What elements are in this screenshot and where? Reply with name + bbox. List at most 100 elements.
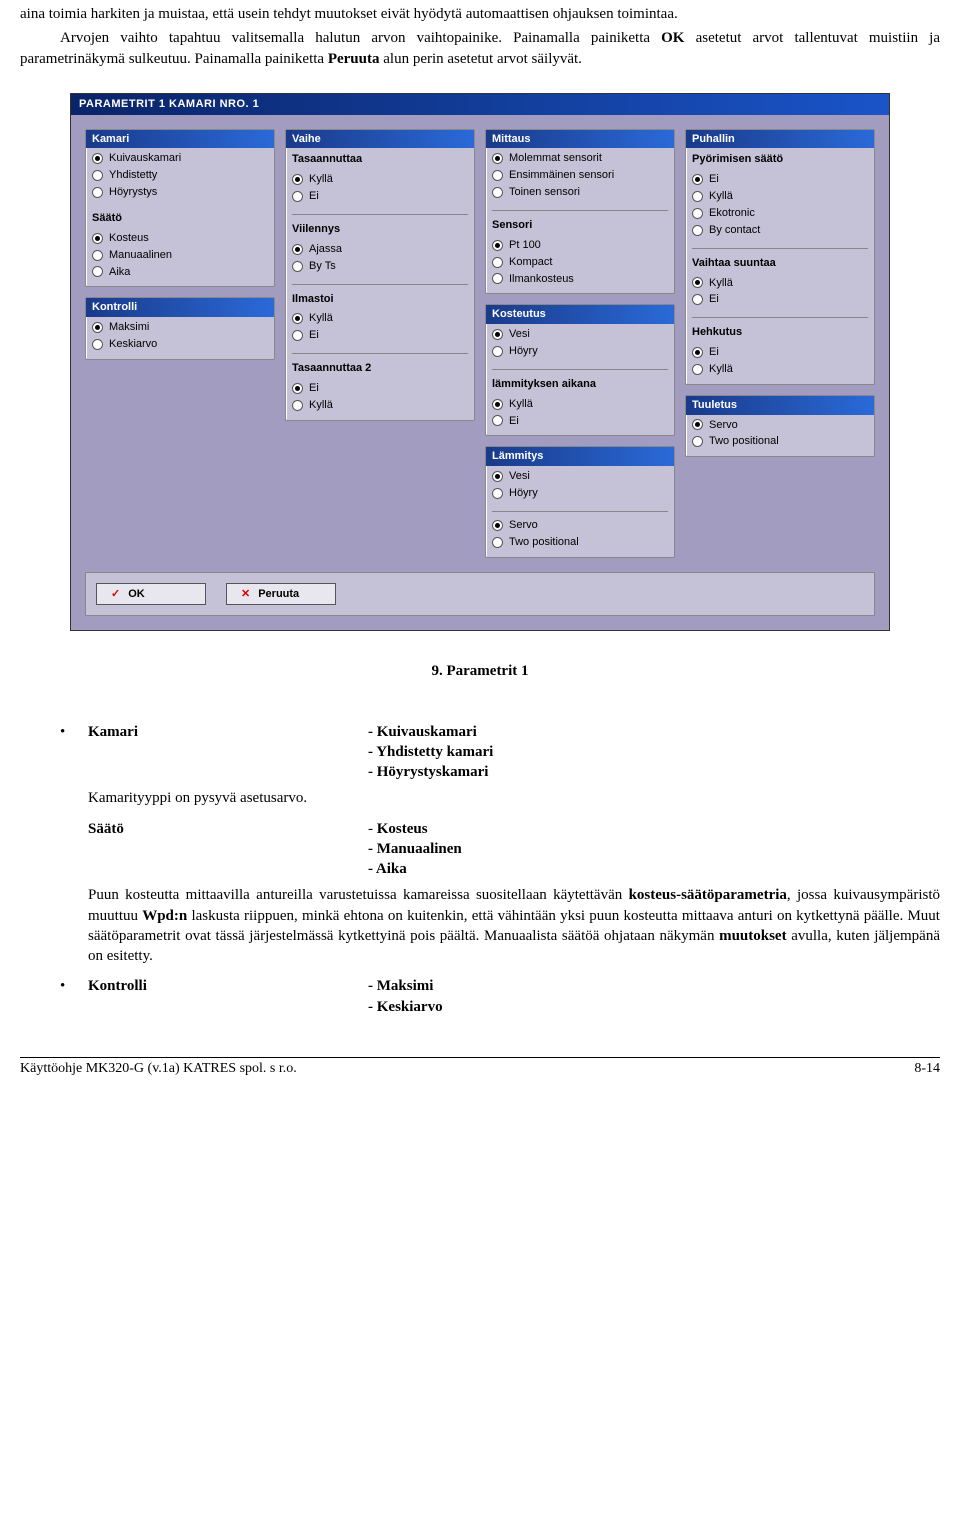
radio-icon xyxy=(492,187,503,198)
radio-icon xyxy=(692,277,703,288)
opt-ensimmainen[interactable]: Ensimmäinen sensori xyxy=(492,167,668,184)
radio-icon xyxy=(692,191,703,202)
figure-caption: 9. Parametrit 1 xyxy=(20,661,940,681)
opt-tuul-twopos[interactable]: Two positional xyxy=(692,433,868,450)
check-icon: ✓ xyxy=(111,587,120,602)
opt-hehk-kylla[interactable]: Kyllä xyxy=(692,361,868,378)
opt-pyor-contact[interactable]: By contact xyxy=(692,222,868,239)
kamari-note: Kamarityyppi on pysyvä asetusarvo. xyxy=(88,788,940,808)
opt-tasa-ei[interactable]: Ei xyxy=(292,188,468,205)
opt-lamm-hoyry[interactable]: Höyry xyxy=(492,485,668,502)
group-puhallin: Puhallin Pyörimisen säätö Ei Kyllä Ekotr… xyxy=(685,129,875,385)
radio-icon xyxy=(92,250,103,261)
opt-lamm-twopos[interactable]: Two positional xyxy=(492,534,668,551)
intro-p2: Arvojen vaihto tapahtuu valitsemalla hal… xyxy=(20,28,940,69)
opt-lam-ei[interactable]: Ei xyxy=(492,413,668,430)
opt-ilm-kylla[interactable]: Kyllä xyxy=(292,310,468,327)
opt-yhdistetty[interactable]: Yhdistetty xyxy=(92,167,268,184)
radio-icon xyxy=(492,346,503,357)
opt-toinen[interactable]: Toinen sensori xyxy=(492,184,668,201)
opt-viil-byts[interactable]: By Ts xyxy=(292,258,468,275)
group-lammitys: Lämmitys Vesi Höyry Servo Two positional xyxy=(485,446,675,557)
opt-pt100[interactable]: Pt 100 xyxy=(492,237,668,254)
opt-lamm-vesi[interactable]: Vesi xyxy=(492,468,668,485)
radio-icon xyxy=(492,520,503,531)
group-kamari: Kamari Kuivauskamari Yhdistetty Höyrysty… xyxy=(85,129,275,288)
opt-kompact[interactable]: Kompact xyxy=(492,254,668,271)
dialog-titlebar: PARAMETRIT 1 KAMARI NRO. 1 xyxy=(71,94,889,115)
radio-icon xyxy=(692,208,703,219)
col-2: Vaihe Tasaannuttaa Kyllä Ei Viilennys Aj… xyxy=(285,129,475,558)
radio-icon xyxy=(692,225,703,236)
opt-pyor-ei[interactable]: Ei xyxy=(692,171,868,188)
col-1: Kamari Kuivauskamari Yhdistetty Höyrysty… xyxy=(85,129,275,558)
group-kontrolli: Kontrolli Maksimi Keskiarvo xyxy=(85,297,275,360)
radio-icon xyxy=(692,419,703,430)
radio-icon xyxy=(492,240,503,251)
radio-icon xyxy=(492,471,503,482)
radio-icon xyxy=(92,266,103,277)
cancel-button[interactable]: ✕Peruuta xyxy=(226,583,336,606)
opt-lam-kylla[interactable]: Kyllä xyxy=(492,396,668,413)
col-4: Puhallin Pyörimisen säätö Ei Kyllä Ekotr… xyxy=(685,129,875,558)
group-vaihe: Vaihe Tasaannuttaa Kyllä Ei Viilennys Aj… xyxy=(285,129,475,421)
opt-kosteus[interactable]: Kosteus xyxy=(92,230,268,247)
radio-icon xyxy=(492,399,503,410)
radio-icon xyxy=(692,174,703,185)
opt-tuul-servo[interactable]: Servo xyxy=(692,417,868,434)
footer-left: Käyttöohje MK320-G (v.1a) KATRES spol. s… xyxy=(20,1060,297,1079)
radio-icon xyxy=(692,364,703,375)
opt-kuivauskamari[interactable]: Kuivauskamari xyxy=(92,150,268,167)
radio-icon xyxy=(492,273,503,284)
opt-kost-vesi[interactable]: Vesi xyxy=(492,326,668,343)
opt-ilmankosteus[interactable]: Ilmankosteus xyxy=(492,271,668,288)
page-footer: Käyttöohje MK320-G (v.1a) KATRES spol. s… xyxy=(20,1057,940,1079)
bullet-saato: Säätö - Kosteus - Manuaalinen - Aika xyxy=(60,819,940,880)
radio-icon xyxy=(92,339,103,350)
cross-icon: ✕ xyxy=(241,587,250,602)
button-bar: ✓OK ✕Peruuta xyxy=(85,572,875,617)
opt-vaih-kylla[interactable]: Kyllä xyxy=(692,275,868,292)
opt-ilm-ei[interactable]: Ei xyxy=(292,327,468,344)
saato-paragraph: Puun kosteutta mittaavilla antureilla va… xyxy=(88,885,940,966)
opt-hoyrystys[interactable]: Höyrystys xyxy=(92,184,268,201)
radio-icon xyxy=(292,174,303,185)
opt-vaih-ei[interactable]: Ei xyxy=(692,291,868,308)
radio-icon xyxy=(492,257,503,268)
radio-icon xyxy=(692,436,703,447)
col-3: Mittaus Molemmat sensorit Ensimmäinen se… xyxy=(485,129,675,558)
opt-molemmat[interactable]: Molemmat sensorit xyxy=(492,150,668,167)
radio-icon xyxy=(292,400,303,411)
radio-icon xyxy=(492,415,503,426)
radio-icon xyxy=(92,187,103,198)
intro-p1: aina toimia harkiten ja muistaa, että us… xyxy=(20,4,940,24)
radio-icon xyxy=(292,383,303,394)
opt-keskiarvo[interactable]: Keskiarvo xyxy=(92,336,268,353)
opt-kost-hoyry[interactable]: Höyry xyxy=(492,343,668,360)
opt-tasa-kylla[interactable]: Kyllä xyxy=(292,171,468,188)
radio-icon xyxy=(292,191,303,202)
opt-tasa2-ei[interactable]: Ei xyxy=(292,380,468,397)
radio-icon xyxy=(292,330,303,341)
radio-icon xyxy=(92,233,103,244)
opt-hehk-ei[interactable]: Ei xyxy=(692,344,868,361)
footer-right: 8-14 xyxy=(914,1060,940,1079)
radio-icon xyxy=(92,170,103,181)
opt-maksimi[interactable]: Maksimi xyxy=(92,319,268,336)
opt-aika[interactable]: Aika xyxy=(92,264,268,281)
opt-pyor-eko[interactable]: Ekotronic xyxy=(692,205,868,222)
group-kosteutus: Kosteutus Vesi Höyry lämmityksen aikana … xyxy=(485,304,675,436)
opt-tasa2-kylla[interactable]: Kyllä xyxy=(292,397,468,414)
radio-icon xyxy=(292,313,303,324)
radio-icon xyxy=(692,347,703,358)
opt-viil-ajassa[interactable]: Ajassa xyxy=(292,241,468,258)
parametrit-dialog: PARAMETRIT 1 KAMARI NRO. 1 Kamari Kuivau… xyxy=(70,93,890,632)
radio-icon xyxy=(492,537,503,548)
bullet-kontrolli: • Kontrolli - Maksimi - Keskiarvo xyxy=(60,976,940,1017)
opt-lamm-servo[interactable]: Servo xyxy=(492,517,668,534)
opt-pyor-kylla[interactable]: Kyllä xyxy=(692,188,868,205)
radio-icon xyxy=(292,244,303,255)
ok-button[interactable]: ✓OK xyxy=(96,583,206,606)
radio-icon xyxy=(92,322,103,333)
opt-manuaalinen[interactable]: Manuaalinen xyxy=(92,247,268,264)
